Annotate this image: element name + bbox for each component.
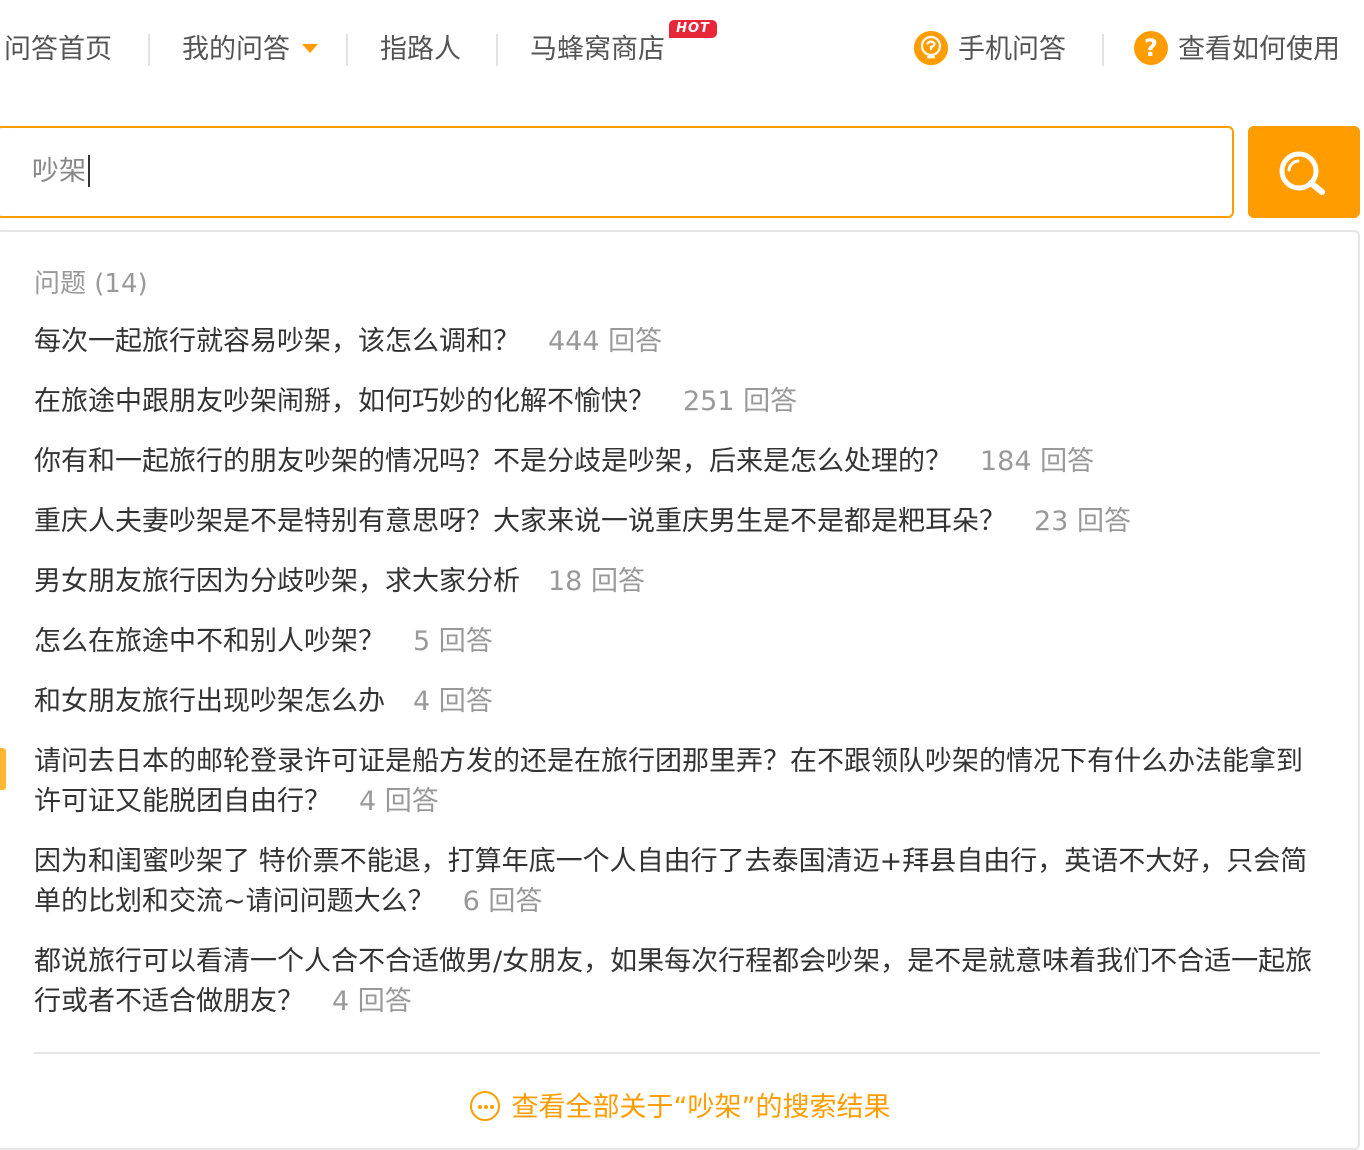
- question-text: 每次一起旅行就容易吵架，该怎么调和？: [34, 326, 520, 357]
- question-text: 在旅途中跟朋友吵架闹掰，如何巧妙的化解不愉快？: [34, 386, 655, 417]
- nav-item-qa-home[interactable]: 问答首页: [4, 30, 112, 70]
- question-item[interactable]: 因为和闺蜜吵架了 特价票不能退，打算年底一个人自由行了去泰国清迈+拜县自由行，英…: [34, 842, 1324, 922]
- question-text: 都说旅行可以看清一个人合不合适做男/女朋友，如果每次行程都会吵架，是不是就意味着…: [34, 946, 1313, 1017]
- lightbulb-question-icon: [914, 30, 948, 65]
- ellipsis-circle-icon: [469, 1090, 500, 1121]
- question-item[interactable]: 怎么在旅途中不和别人吵架？ 5 回答: [34, 622, 1324, 662]
- view-all-results-link[interactable]: 查看全部关于“吵架”的搜索结果: [0, 1088, 1362, 1128]
- answer-count: 18 回答: [548, 566, 645, 597]
- question-circle-icon: ?: [1134, 30, 1168, 65]
- search-button[interactable]: [1248, 126, 1360, 218]
- nav-item-shop[interactable]: 马蜂窝商店: [530, 30, 665, 70]
- question-item[interactable]: 和女朋友旅行出现吵架怎么办 4 回答: [34, 682, 1324, 722]
- top-nav: 问答首页 我的问答 指路人 马蜂窝商店 HOT 手机问答 ? 查看如何使用: [0, 0, 1364, 100]
- help-label: 查看如何使用: [1178, 34, 1340, 65]
- answer-count: 23 回答: [1034, 506, 1131, 537]
- nav-item-guides[interactable]: 指路人: [380, 30, 461, 70]
- answer-count: 4 回答: [413, 686, 493, 717]
- answer-count: 251 回答: [683, 386, 798, 417]
- question-item[interactable]: 都说旅行可以看清一个人合不合适做男/女朋友，如果每次行程都会吵架，是不是就意味着…: [34, 942, 1324, 1022]
- nav-item-label: 问答首页: [4, 34, 112, 65]
- answer-count: 6 回答: [462, 886, 543, 917]
- question-item[interactable]: 在旅途中跟朋友吵架闹掰，如何巧妙的化解不愉快？ 251 回答: [34, 382, 1324, 422]
- question-text: 和女朋友旅行出现吵架怎么办: [34, 686, 385, 717]
- question-text: 男女朋友旅行因为分歧吵架，求大家分析: [34, 566, 520, 597]
- question-text: 请问去日本的邮轮登录许可证是船方发的还是在旅行团那里弄？在不跟领队吵架的情况下有…: [34, 746, 1303, 817]
- magnifier-icon: [1279, 151, 1325, 195]
- answer-count: 5 回答: [413, 626, 493, 657]
- question-item[interactable]: 请问去日本的邮轮登录许可证是船方发的还是在旅行团那里弄？在不跟领队吵架的情况下有…: [34, 742, 1324, 822]
- view-all-label: 查看全部关于“吵架”的搜索结果: [511, 1092, 891, 1123]
- answer-count: 4 回答: [359, 786, 439, 817]
- question-text: 重庆人夫妻吵架是不是特别有意思呀？大家来说一说重庆男生是不是都是粑耳朵？: [34, 506, 1006, 537]
- answer-count: 444 回答: [548, 326, 663, 357]
- nav-item-label: 马蜂窝商店: [530, 34, 665, 65]
- caret-down-icon[interactable]: [302, 44, 318, 53]
- answer-count: 184 回答: [980, 446, 1095, 477]
- question-item[interactable]: 你有和一起旅行的朋友吵架的情况吗？不是分歧是吵架，后来是怎么处理的？ 184 回答: [34, 442, 1324, 482]
- search-input-value: 吵架: [32, 156, 86, 187]
- question-item[interactable]: 男女朋友旅行因为分歧吵架，求大家分析 18 回答: [34, 562, 1324, 602]
- mobile-qa-link[interactable]: 手机问答: [914, 30, 1066, 70]
- search-input[interactable]: 吵架: [32, 128, 1182, 216]
- nav-divider: [346, 34, 348, 66]
- question-text: 因为和闺蜜吵架了 特价票不能退，打算年底一个人自由行了去泰国清迈+拜县自由行，英…: [34, 846, 1308, 917]
- nav-divider: [148, 34, 150, 66]
- nav-divider: [1102, 34, 1104, 66]
- answer-count: 4 回答: [332, 986, 412, 1017]
- panel-divider: [34, 1052, 1320, 1054]
- nav-divider: [496, 34, 498, 66]
- search-suggestions-panel: 问题 (14) 每次一起旅行就容易吵架，该怎么调和？ 444 回答 在旅途中跟朋友…: [0, 230, 1360, 1150]
- search-box: 吵架: [0, 126, 1234, 218]
- mobile-qa-label: 手机问答: [958, 34, 1066, 65]
- question-item[interactable]: 重庆人夫妻吵架是不是特别有意思呀？大家来说一说重庆男生是不是都是粑耳朵？ 23 回…: [34, 502, 1324, 542]
- text-cursor: [88, 154, 90, 187]
- question-text: 怎么在旅途中不和别人吵架？: [34, 626, 385, 657]
- question-item[interactable]: 每次一起旅行就容易吵架，该怎么调和？ 444 回答: [34, 322, 1324, 362]
- help-link[interactable]: ? 查看如何使用: [1134, 30, 1340, 70]
- hot-badge: HOT: [669, 20, 717, 38]
- question-list: 每次一起旅行就容易吵架，该怎么调和？ 444 回答 在旅途中跟朋友吵架闹掰，如何巧…: [34, 322, 1324, 1042]
- section-title-questions: 问题 (14): [34, 269, 148, 299]
- side-tab[interactable]: [0, 748, 6, 790]
- nav-item-my-qa[interactable]: 我的问答: [182, 30, 318, 70]
- question-text: 你有和一起旅行的朋友吵架的情况吗？不是分歧是吵架，后来是怎么处理的？: [34, 446, 952, 477]
- nav-item-label: 我的问答: [182, 34, 290, 65]
- nav-item-label: 指路人: [380, 34, 461, 65]
